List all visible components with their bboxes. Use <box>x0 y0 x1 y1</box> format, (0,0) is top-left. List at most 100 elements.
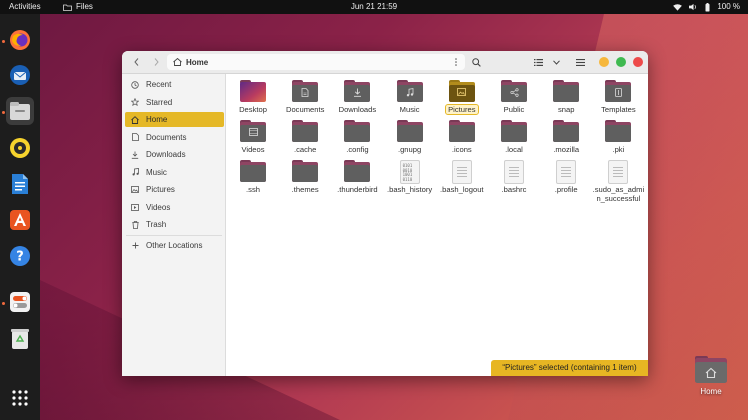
folder-item[interactable]: Pictures <box>436 80 488 115</box>
system-tray[interactable]: 100 % <box>673 0 740 14</box>
file-item[interactable]: .bashrc <box>488 160 540 194</box>
close-button[interactable] <box>633 57 643 67</box>
folder-item[interactable]: .themes <box>279 160 331 194</box>
folder-item[interactable]: Downloads <box>331 80 383 114</box>
folder-item[interactable]: .config <box>331 120 383 154</box>
help-icon: ? <box>10 246 30 266</box>
file-name: Music <box>399 105 420 114</box>
folder-item[interactable]: Videos <box>227 120 279 154</box>
file-name: .config <box>346 145 369 154</box>
firefox-icon <box>10 30 30 50</box>
sidebar-item-trash[interactable]: Trash <box>125 217 224 232</box>
folder-icon <box>448 120 475 142</box>
picture-folder-icon <box>448 80 475 102</box>
back-button[interactable] <box>129 54 143 70</box>
file-name: .icons <box>451 145 472 154</box>
file-name: Public <box>503 105 525 114</box>
folder-icon <box>240 160 266 182</box>
sidebar-item-label: Other Locations <box>146 241 203 250</box>
folder-item[interactable]: .gnupg <box>384 120 436 154</box>
sidebar-item-label: Videos <box>146 202 171 212</box>
chevron-down-icon <box>552 59 560 65</box>
folder-item[interactable]: Documents <box>279 80 331 114</box>
battery-percentage: 100 % <box>717 2 740 11</box>
main-menu-button[interactable] <box>573 54 587 70</box>
file-name: .cache <box>294 145 317 154</box>
desktop-home-shortcut[interactable]: Home <box>690 356 732 396</box>
folder-icon <box>605 120 632 142</box>
sidebar-item-label: Documents <box>146 132 187 142</box>
sidebar-item-label: Trash <box>146 220 167 229</box>
view-options-button[interactable] <box>550 54 562 70</box>
file-name: .profile <box>554 185 578 194</box>
folder-item[interactable]: .pki <box>592 120 644 154</box>
video-icon <box>130 203 140 211</box>
text-file-icon <box>553 160 579 184</box>
file-item[interactable]: 0101 0010 1001 0110 .bash_history <box>384 160 436 194</box>
folder-item[interactable]: Music <box>384 80 436 114</box>
folder-icon <box>292 120 319 142</box>
music-folder-icon <box>396 80 423 102</box>
folder-item[interactable]: Public <box>488 80 540 114</box>
path-label: Home <box>186 57 209 67</box>
folder-item[interactable]: Templates <box>592 80 644 114</box>
thunderbird-icon <box>10 65 30 85</box>
template-folder-icon <box>605 80 632 102</box>
dock-firefox[interactable] <box>6 26 34 54</box>
folder-icon <box>344 160 371 182</box>
list-view-icon <box>533 58 543 66</box>
dock-show-apps[interactable] <box>6 384 34 412</box>
dock-writer[interactable] <box>6 170 34 198</box>
forward-button[interactable] <box>149 54 163 70</box>
folder-item[interactable]: .icons <box>436 120 488 154</box>
dock-help[interactable]: ? <box>6 242 34 270</box>
sidebar-item-recent[interactable]: Recent <box>125 77 224 92</box>
folder-item[interactable]: .mozilla <box>540 120 592 154</box>
sidebar-item-label: Starred <box>146 97 173 107</box>
dock-files[interactable] <box>6 97 34 125</box>
folder-item[interactable]: snap <box>540 80 592 114</box>
path-menu-button[interactable] <box>450 54 462 70</box>
folder-item[interactable]: .local <box>488 120 540 154</box>
folder-item[interactable]: Desktop <box>227 80 279 114</box>
dock-thunderbird[interactable] <box>6 61 34 89</box>
app-center-icon <box>10 210 30 230</box>
sidebar-item-documents[interactable]: Documents <box>125 130 224 145</box>
sidebar-item-home[interactable]: Home <box>125 112 224 127</box>
sidebar-item-pictures[interactable]: Pictures <box>125 182 224 197</box>
folder-item[interactable]: .thunderbird <box>331 160 383 194</box>
dock-rhythmbox[interactable] <box>6 134 34 162</box>
file-item[interactable]: .bash_logout <box>436 160 488 194</box>
trash-icon <box>130 220 140 229</box>
file-name: Desktop <box>239 105 267 114</box>
file-name: .bash_history <box>387 185 433 194</box>
file-item[interactable]: .sudo_as_admin_successful <box>592 160 644 203</box>
file-name: Templates <box>601 105 636 114</box>
dock-app-center[interactable] <box>6 206 34 234</box>
dock-trash[interactable] <box>6 325 34 353</box>
sidebar-item-label: Recent <box>146 80 172 89</box>
sidebar-item-music[interactable]: Music <box>125 165 224 180</box>
folder-icon <box>396 120 423 142</box>
search-button[interactable] <box>469 54 483 70</box>
clock[interactable]: Jun 21 21:59 <box>0 0 748 14</box>
sidebar-item-other-locations[interactable]: Other Locations <box>125 238 224 253</box>
files-window: Home Recent Starred Home Documents Downloads… <box>122 51 648 376</box>
sidebar-item-starred[interactable]: Starred <box>125 95 224 110</box>
folder-item[interactable]: .cache <box>279 120 331 154</box>
more-vertical-icon <box>455 58 457 66</box>
view-toggle-button[interactable] <box>531 54 545 70</box>
dock-settings[interactable] <box>6 288 34 316</box>
header-bar: Home <box>122 51 648 74</box>
file-item[interactable]: .profile <box>540 160 592 194</box>
sidebar-item-videos[interactable]: Videos <box>125 200 224 215</box>
battery-icon <box>705 2 710 11</box>
hamburger-menu-icon <box>575 58 585 66</box>
folder-icon <box>292 160 319 182</box>
minimize-button[interactable] <box>599 57 609 67</box>
maximize-button[interactable] <box>616 57 626 67</box>
sidebar-item-downloads[interactable]: Downloads <box>125 147 224 162</box>
home-icon <box>130 115 140 124</box>
folder-item[interactable]: .ssh <box>227 160 279 194</box>
path-bar[interactable]: Home <box>167 54 465 70</box>
